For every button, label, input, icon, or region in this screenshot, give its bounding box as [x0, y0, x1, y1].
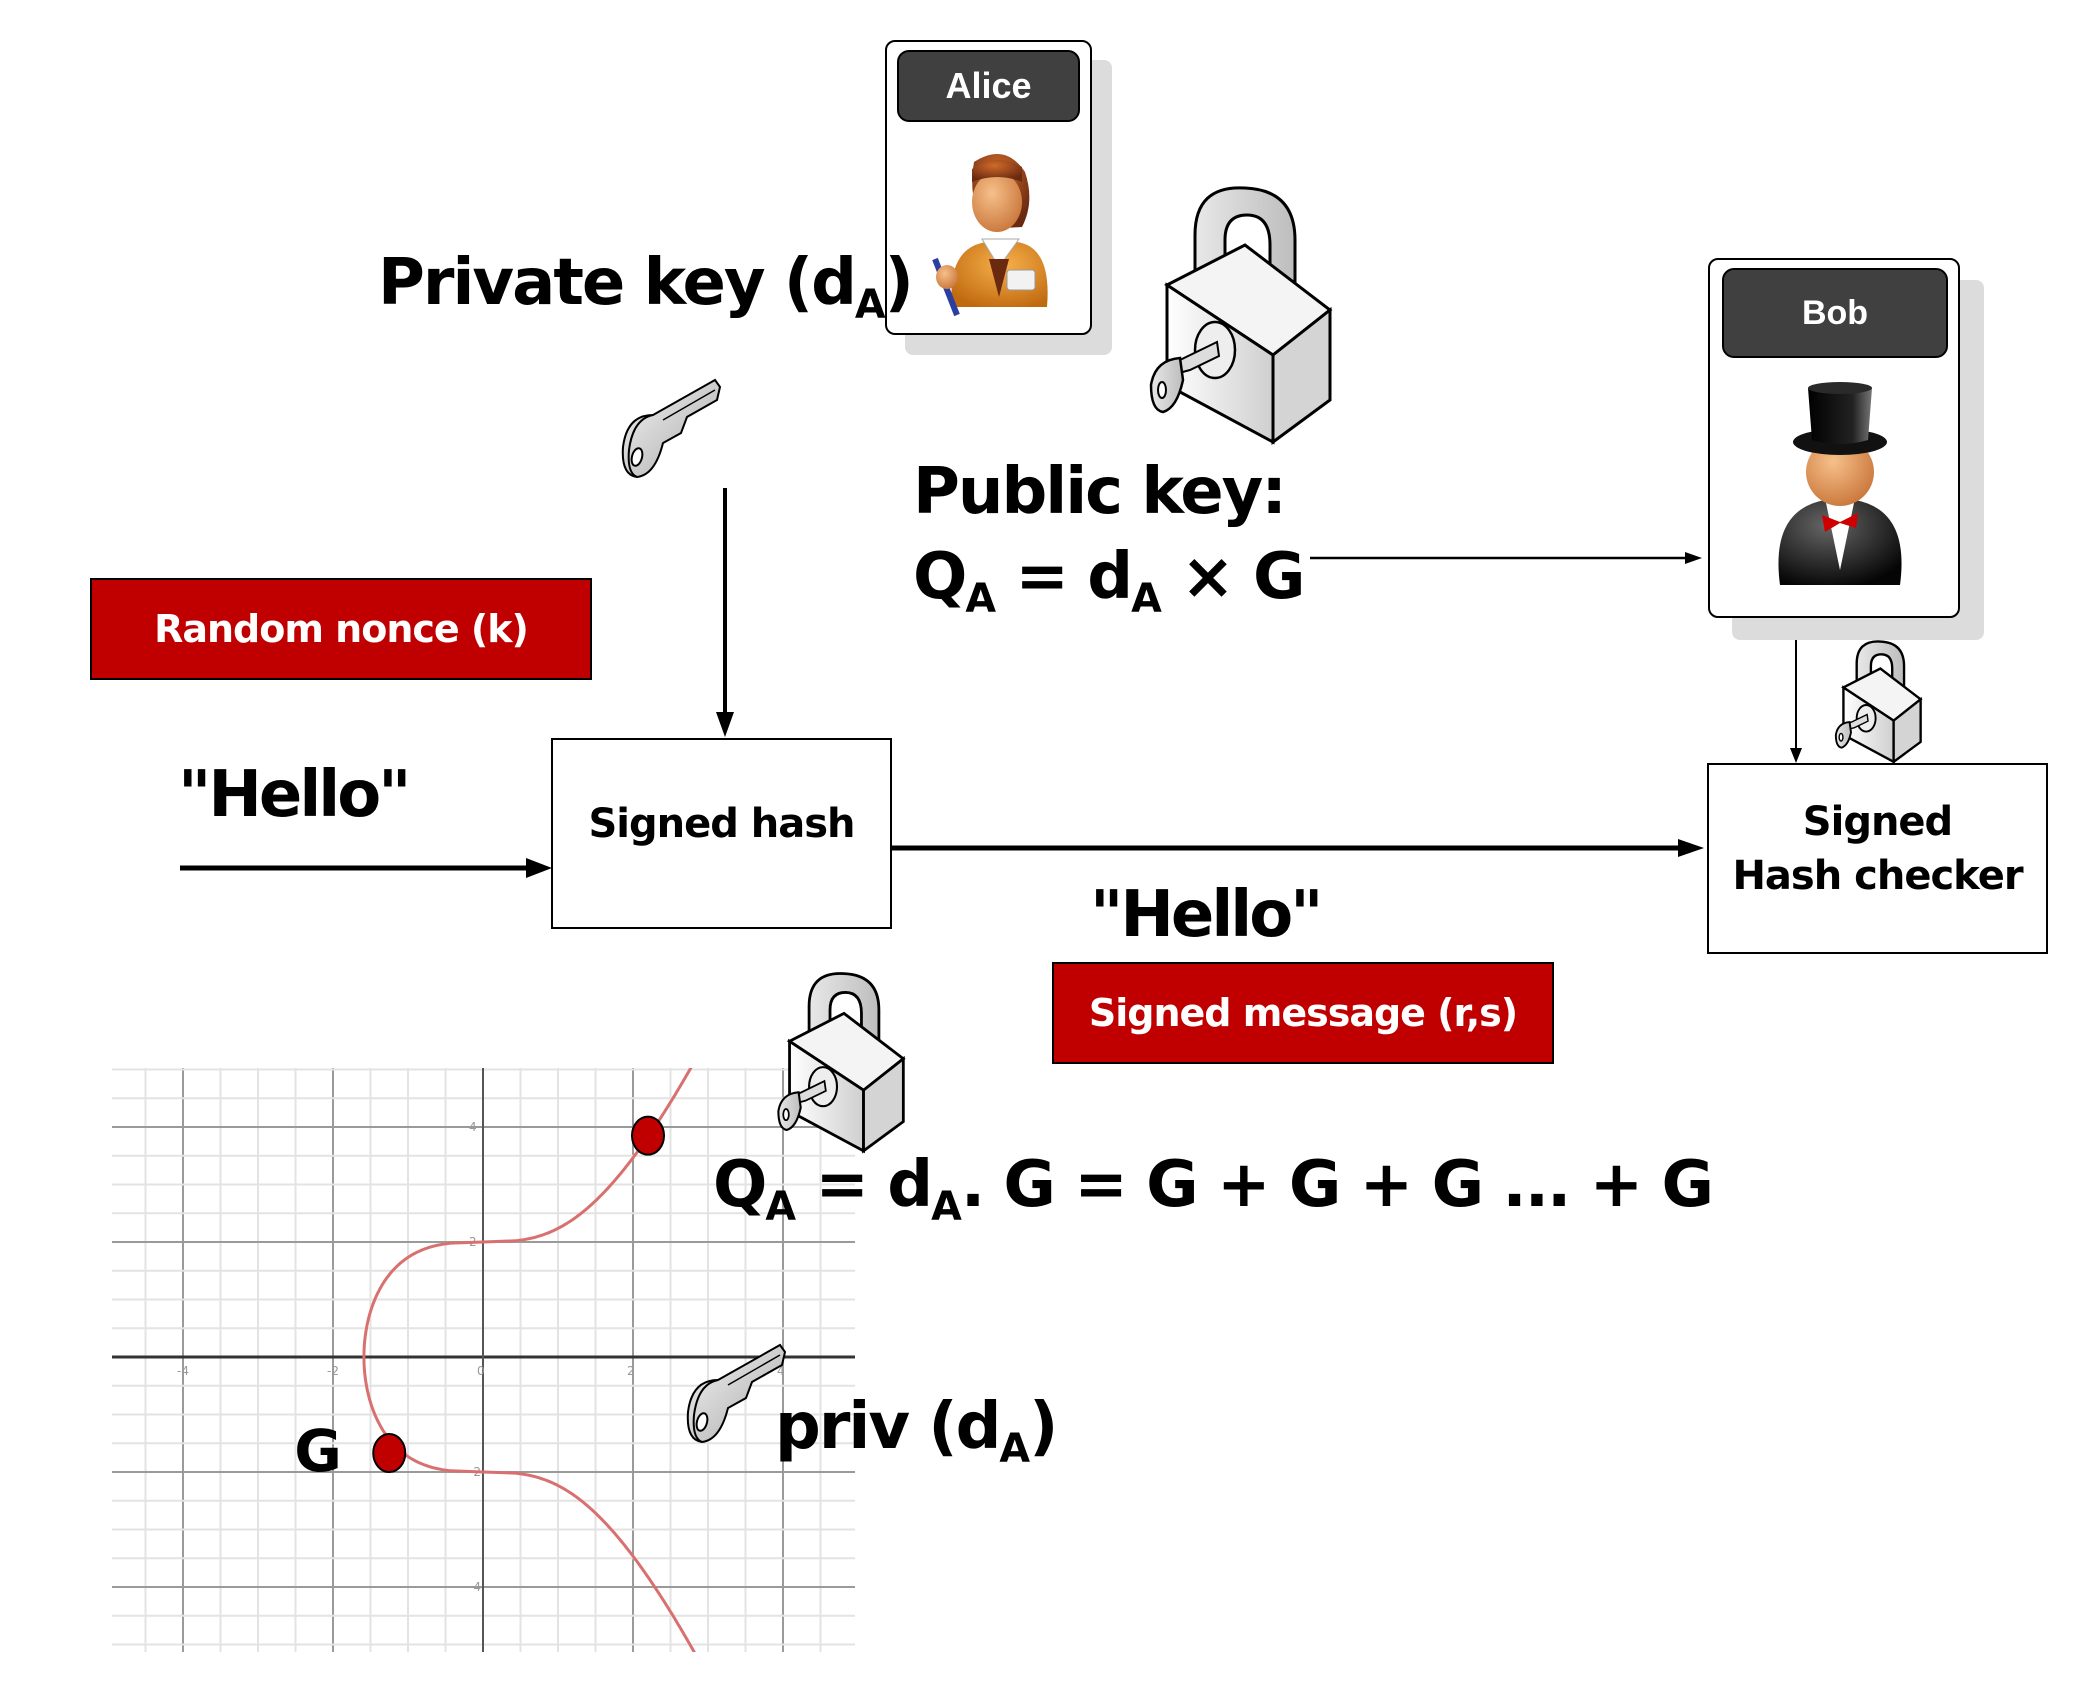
- priv-label: priv (dA): [775, 1390, 1058, 1472]
- formula-equals-d: = d: [795, 1148, 933, 1222]
- point-q: [631, 1115, 665, 1156]
- x-tick-label: -2: [327, 1364, 339, 1378]
- formula-rest: . G = G + G + G ... + G: [960, 1148, 1714, 1222]
- y-tick-label: 4: [469, 1120, 477, 1134]
- priv-subscript: A: [999, 1425, 1030, 1472]
- x-tick-label: 2: [627, 1364, 635, 1378]
- scalar-multiplication-formula: QA = dA. G = G + G + G ... + G: [713, 1148, 1714, 1230]
- priv-text: priv (d: [775, 1390, 1001, 1464]
- point-g: [372, 1433, 407, 1474]
- x-tick-label: -4: [177, 1364, 189, 1378]
- x-tick-label: 0: [477, 1364, 485, 1378]
- formula-d-subscript: A: [931, 1183, 962, 1230]
- formula-q-subscript: A: [765, 1183, 796, 1230]
- padlock-icon: [777, 972, 906, 1154]
- y-tick-label: -4: [469, 1580, 481, 1594]
- point-g-label: G: [294, 1417, 342, 1485]
- formula-q: Q: [713, 1148, 767, 1222]
- key-icon: [686, 1343, 787, 1444]
- priv-close: ): [1029, 1390, 1058, 1464]
